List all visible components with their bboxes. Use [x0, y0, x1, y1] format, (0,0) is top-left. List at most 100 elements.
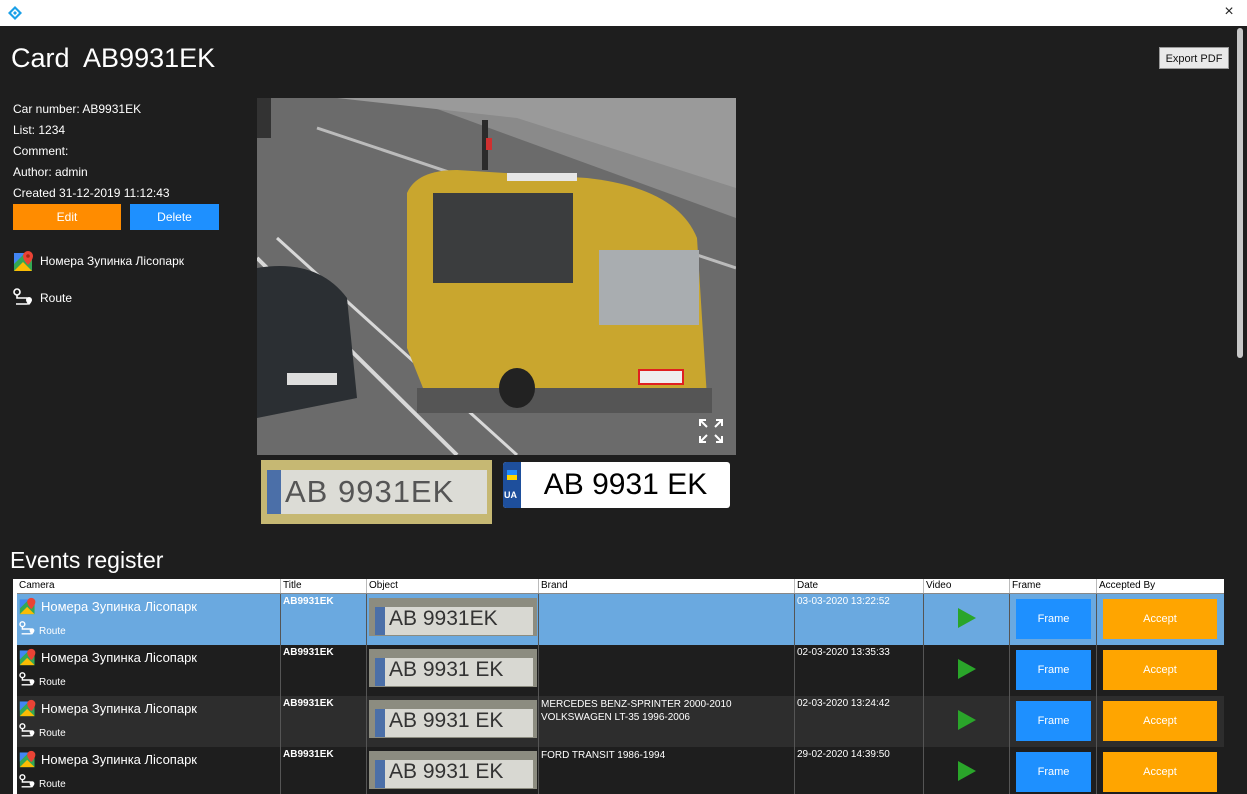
accepted-by-cell: Accept	[1097, 645, 1224, 696]
route-icon	[19, 723, 35, 737]
google-maps-icon	[14, 251, 33, 271]
brand-cell: FORD TRANSIT 1986-1994	[539, 747, 795, 794]
camera-location-label: Номера Зупинка Лісопарк	[40, 254, 184, 268]
google-maps-icon	[19, 699, 36, 717]
route-label: Route	[39, 626, 66, 637]
camera-name: Номера Зупинка Лісопарк	[41, 751, 197, 767]
plate-crop-image: AB 9931EK	[261, 460, 492, 524]
play-video-icon[interactable]	[958, 761, 976, 781]
brand-cell	[539, 594, 795, 645]
route-icon	[19, 672, 35, 686]
frame-button[interactable]: Frame	[1016, 650, 1091, 690]
col-frame[interactable]: Frame	[1010, 579, 1097, 593]
plate-crop-text: AB 9931EK	[285, 474, 455, 509]
delete-button[interactable]: Delete	[130, 204, 219, 230]
route-label: Route	[39, 728, 66, 739]
video-cell	[924, 696, 1010, 747]
title-cell: AB9931EK	[281, 645, 367, 696]
table-row[interactable]: Номера Зупинка Лісопарк Route AB9931EK A	[17, 645, 1224, 696]
play-video-icon[interactable]	[958, 608, 976, 628]
vehicle-photo[interactable]	[257, 98, 736, 455]
object-cell: AB 9931EK	[367, 594, 539, 645]
frame-button[interactable]: Frame	[1016, 752, 1091, 792]
google-maps-icon	[19, 648, 36, 666]
col-brand[interactable]: Brand	[539, 579, 795, 593]
object-plate-text: AB 9931EK	[389, 607, 498, 630]
page-scrollbar[interactable]	[1237, 28, 1243, 358]
camera-name: Номера Зупинка Лісопарк	[41, 700, 197, 716]
object-plate-image: AB 9931 EK	[369, 700, 537, 738]
camera-link[interactable]: Номера Зупинка Лісопарк	[19, 648, 280, 666]
country-code: UA	[504, 490, 517, 500]
table-row[interactable]: Номера Зупинка Лісопарк Route AB9931EK A	[17, 594, 1224, 645]
vehicle-photo-scene	[257, 98, 736, 455]
object-plate-text: AB 9931 EK	[389, 760, 504, 783]
route-icon	[13, 288, 32, 305]
title-cell: AB9931EK	[281, 747, 367, 794]
video-cell	[924, 747, 1010, 794]
route-link[interactable]: Route	[13, 288, 72, 308]
date-cell: 03-03-2020 13:22:52	[795, 594, 924, 645]
video-cell	[924, 645, 1010, 696]
accept-button[interactable]: Accept	[1103, 752, 1217, 792]
brand-cell	[539, 645, 795, 696]
object-plate-image: AB 9931 EK	[369, 649, 537, 687]
object-plate-text: AB 9931 EK	[389, 658, 504, 681]
camera-cell: Номера Зупинка Лісопарк Route	[17, 594, 281, 645]
object-plate-text: AB 9931 EK	[389, 709, 504, 732]
route-link[interactable]: Route	[19, 774, 280, 790]
play-video-icon[interactable]	[958, 710, 976, 730]
date-cell: 02-03-2020 13:24:42	[795, 696, 924, 747]
play-video-icon[interactable]	[958, 659, 976, 679]
route-link[interactable]: Route	[19, 621, 280, 637]
camera-link[interactable]: Номера Зупинка Лісопарк	[19, 750, 280, 768]
camera-name: Номера Зупинка Лісопарк	[41, 649, 197, 665]
frame-button[interactable]: Frame	[1016, 701, 1091, 741]
app-logo-icon	[8, 6, 22, 20]
camera-name: Номера Зупинка Лісопарк	[41, 598, 197, 614]
title-cell: AB9931EK	[281, 594, 367, 645]
camera-link[interactable]: Номера Зупинка Лісопарк	[19, 597, 280, 615]
author-text: Author: admin	[13, 165, 88, 179]
events-register-title: Events register	[10, 547, 164, 573]
object-cell: AB 9931 EK	[367, 747, 539, 794]
col-video[interactable]: Video	[924, 579, 1010, 593]
close-window-button[interactable]: ×	[1219, 2, 1239, 22]
fullscreen-icon[interactable]	[698, 418, 724, 444]
google-maps-icon	[19, 597, 36, 615]
col-object[interactable]: Object	[367, 579, 539, 593]
route-icon	[19, 774, 35, 788]
frame-cell: Frame	[1010, 747, 1097, 794]
col-date[interactable]: Date	[795, 579, 924, 593]
frame-button[interactable]: Frame	[1016, 599, 1091, 639]
accept-button[interactable]: Accept	[1103, 701, 1217, 741]
accept-button[interactable]: Accept	[1103, 650, 1217, 690]
frame-cell: Frame	[1010, 594, 1097, 645]
frame-cell: Frame	[1010, 645, 1097, 696]
recognized-plate: UA AB 9931 EK	[503, 462, 730, 508]
title-cell: AB9931EK	[281, 696, 367, 747]
col-title[interactable]: Title	[281, 579, 367, 593]
created-text: Created 31-12-2019 11:12:43	[13, 186, 170, 200]
col-camera[interactable]: Camera	[17, 579, 281, 593]
object-plate-image: AB 9931 EK	[369, 751, 537, 789]
route-link[interactable]: Route	[19, 672, 280, 688]
table-row[interactable]: Номера Зупинка Лісопарк Route AB9931EK A	[17, 747, 1224, 794]
table-row[interactable]: Номера Зупинка Лісопарк Route AB9931EK A	[17, 696, 1224, 747]
route-link[interactable]: Route	[19, 723, 280, 739]
date-cell: 02-03-2020 13:35:33	[795, 645, 924, 696]
window-titlebar: ×	[0, 0, 1247, 26]
edit-button[interactable]: Edit	[13, 204, 121, 230]
accept-button[interactable]: Accept	[1103, 599, 1217, 639]
route-label: Route	[39, 779, 66, 790]
object-cell: AB 9931 EK	[367, 645, 539, 696]
events-table: Camera Title Object Brand Date Video Fra…	[13, 579, 1224, 794]
accepted-by-cell: Accept	[1097, 696, 1224, 747]
camera-cell: Номера Зупинка Лісопарк Route	[17, 747, 281, 794]
list-text: List: 1234	[13, 123, 66, 137]
col-accepted-by[interactable]: Accepted By	[1097, 579, 1224, 593]
camera-location-link[interactable]: Номера Зупинка Лісопарк	[13, 250, 184, 272]
export-pdf-button[interactable]: Export PDF	[1159, 47, 1229, 69]
video-cell	[924, 594, 1010, 645]
camera-link[interactable]: Номера Зупинка Лісопарк	[19, 699, 280, 717]
